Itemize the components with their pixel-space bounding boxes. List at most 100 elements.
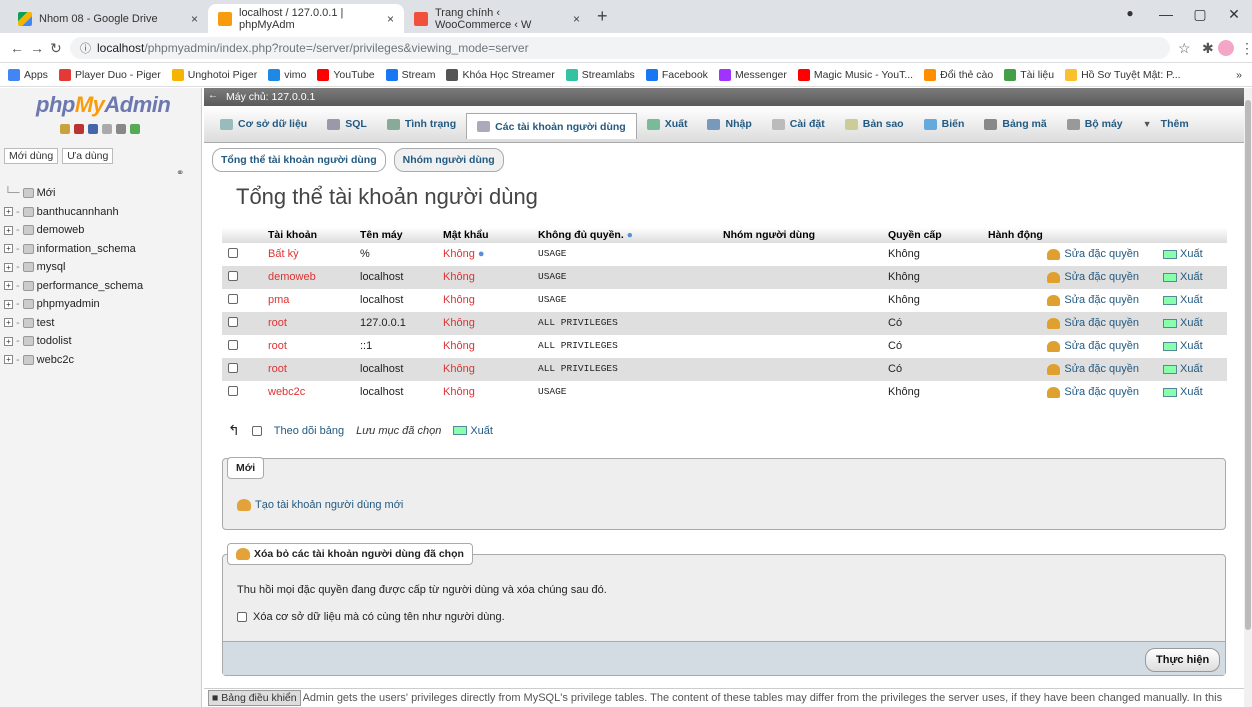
avatar[interactable]: [1218, 40, 1234, 56]
back-icon[interactable]: ←: [10, 40, 24, 56]
tree-db-item[interactable]: + - mysql: [4, 258, 143, 277]
home-icon[interactable]: [60, 124, 70, 134]
tree-db-item[interactable]: + - webc2c: [4, 351, 143, 370]
new-tab-button[interactable]: +: [597, 6, 608, 27]
bookmark-item[interactable]: Stream: [385, 68, 435, 81]
menu-item[interactable]: Nhập: [697, 112, 761, 136]
bookmark-item[interactable]: Magic Music - YouT...: [797, 68, 913, 81]
expand-icon[interactable]: +: [4, 262, 13, 272]
phpmyadmin-logo[interactable]: phpMyAdmin: [36, 92, 171, 118]
menu-item[interactable]: Bảng mã: [974, 112, 1056, 136]
close-tab-icon[interactable]: ×: [191, 12, 198, 26]
browser-tab-drive[interactable]: Nhom 08 - Google Drive ×: [8, 4, 208, 33]
link-icon[interactable]: ⚭: [176, 168, 184, 179]
browser-tab-phpmyadmin[interactable]: localhost / 127.0.0.1 | phpMyAdm ×: [208, 4, 404, 33]
row-checkbox[interactable]: [228, 363, 238, 373]
row-checkbox[interactable]: [228, 248, 238, 258]
tab-recent[interactable]: Mới dùng: [4, 148, 59, 164]
help-icon[interactable]: ●: [627, 229, 633, 241]
go-button[interactable]: Thực hiện: [1145, 648, 1221, 672]
edit-privileges-link[interactable]: Sửa đặc quyền: [1047, 317, 1139, 329]
menu-item[interactable]: Bộ máy: [1057, 112, 1133, 136]
extensions-icon[interactable]: ✱: [1202, 40, 1214, 57]
check-all-label[interactable]: Theo dõi bảng: [274, 425, 344, 437]
reload-icon[interactable]: ↻: [50, 40, 62, 57]
edit-privileges-link[interactable]: Sửa đặc quyền: [1047, 271, 1139, 283]
export-link[interactable]: Xuất: [1163, 317, 1203, 329]
close-tab-icon[interactable]: ×: [573, 12, 580, 26]
export-selected-button[interactable]: Xuất: [453, 425, 493, 437]
reload-nav-icon[interactable]: [130, 124, 140, 134]
bookmark-item[interactable]: Messenger: [718, 68, 787, 81]
bookmark-item[interactable]: YouTube: [317, 68, 375, 81]
help-icon[interactable]: ●: [478, 248, 485, 260]
bookmark-item[interactable]: vimo: [268, 68, 306, 81]
minimize-icon[interactable]: —: [1156, 6, 1176, 22]
menu-icon[interactable]: ⋮: [1240, 40, 1252, 57]
row-checkbox[interactable]: [228, 340, 238, 350]
bookmark-star-icon[interactable]: ☆: [1178, 40, 1191, 57]
help-icon[interactable]: [88, 124, 98, 134]
export-link[interactable]: Xuất: [1163, 363, 1203, 375]
export-link[interactable]: Xuất: [1163, 386, 1203, 398]
row-checkbox[interactable]: [228, 294, 238, 304]
export-link[interactable]: Xuất: [1163, 271, 1203, 283]
drop-db-option[interactable]: Xóa cơ sở dữ liệu mà có cùng tên như ngư…: [237, 611, 505, 623]
tree-db-item[interactable]: + - demoweb: [4, 221, 143, 240]
row-checkbox[interactable]: [228, 386, 238, 396]
row-checkbox[interactable]: [228, 271, 238, 281]
tree-db-item[interactable]: + - information_schema: [4, 240, 143, 259]
tree-new-item[interactable]: └─ Mới: [4, 184, 143, 203]
menu-item[interactable]: Tình trạng: [377, 112, 466, 136]
export-link[interactable]: Xuất: [1163, 340, 1203, 352]
bookmark-item[interactable]: Đổi thẻ cào: [924, 68, 993, 81]
menu-item[interactable]: ▼ Thêm: [1133, 112, 1199, 136]
bookmark-item[interactable]: Unghotoi Piger: [171, 68, 257, 81]
menu-item[interactable]: Cài đặt: [762, 112, 835, 136]
docs-icon[interactable]: [102, 124, 112, 134]
edit-privileges-link[interactable]: Sửa đặc quyền: [1047, 340, 1139, 352]
tab-user-overview[interactable]: Tổng thể tài khoản người dùng: [212, 148, 386, 172]
expand-icon[interactable]: +: [4, 336, 13, 346]
bookmark-item[interactable]: Streamlabs: [565, 68, 635, 81]
logout-icon[interactable]: [74, 124, 84, 134]
bookmark-item[interactable]: Facebook: [645, 68, 708, 81]
profile-icon[interactable]: ●: [1120, 6, 1140, 20]
window-close-icon[interactable]: ✕: [1224, 6, 1244, 23]
bookmark-item[interactable]: Apps: [8, 68, 48, 81]
tree-db-item[interactable]: + - todolist: [4, 332, 143, 351]
bookmark-item[interactable]: Hồ Sơ Tuyệt Mật: P...: [1065, 68, 1181, 81]
expand-icon[interactable]: +: [4, 355, 13, 365]
tab-user-groups[interactable]: Nhóm người dùng: [393, 148, 504, 172]
menu-item[interactable]: Các tài khoản người dùng: [466, 113, 637, 139]
edit-privileges-link[interactable]: Sửa đặc quyền: [1047, 294, 1139, 306]
check-all-checkbox[interactable]: [251, 425, 262, 436]
tree-db-item[interactable]: + - performance_schema: [4, 277, 143, 296]
menu-item[interactable]: Xuất: [637, 112, 698, 136]
bookmark-item[interactable]: Khóa Học Streamer: [446, 68, 555, 81]
menu-item[interactable]: SQL: [317, 112, 377, 136]
expand-icon[interactable]: +: [4, 318, 13, 328]
add-user-link[interactable]: Tạo tài khoản người dùng mới: [237, 499, 403, 511]
bookmark-item[interactable]: Tài liệu: [1004, 68, 1054, 81]
server-title[interactable]: Máy chủ: 127.0.0.1: [226, 91, 315, 103]
collapse-nav-icon[interactable]: ←: [208, 90, 218, 101]
forward-icon[interactable]: →: [30, 40, 44, 56]
expand-icon[interactable]: +: [4, 225, 13, 235]
expand-icon[interactable]: +: [4, 207, 13, 217]
menu-item[interactable]: Bản sao: [835, 112, 914, 136]
drop-db-checkbox[interactable]: [237, 612, 247, 622]
tab-favorites[interactable]: Ưa dùng: [62, 148, 114, 164]
bookmark-item[interactable]: Player Duo - Piger: [58, 68, 161, 81]
expand-icon[interactable]: +: [4, 299, 13, 309]
more-bookmarks-icon[interactable]: »: [1236, 69, 1242, 81]
maximize-icon[interactable]: ▢: [1190, 6, 1210, 23]
expand-icon[interactable]: +: [4, 281, 13, 291]
expand-icon[interactable]: +: [4, 244, 13, 254]
tree-db-item[interactable]: + - banthucannhanh: [4, 203, 143, 222]
browser-tab-woocommerce[interactable]: Trang chính ‹ WooCommerce ‹ W ×: [404, 4, 590, 33]
edit-privileges-link[interactable]: Sửa đặc quyền: [1047, 363, 1139, 375]
settings-icon[interactable]: [116, 124, 126, 134]
edit-privileges-link[interactable]: Sửa đặc quyền: [1047, 386, 1139, 398]
menu-item[interactable]: Biến: [914, 112, 975, 136]
